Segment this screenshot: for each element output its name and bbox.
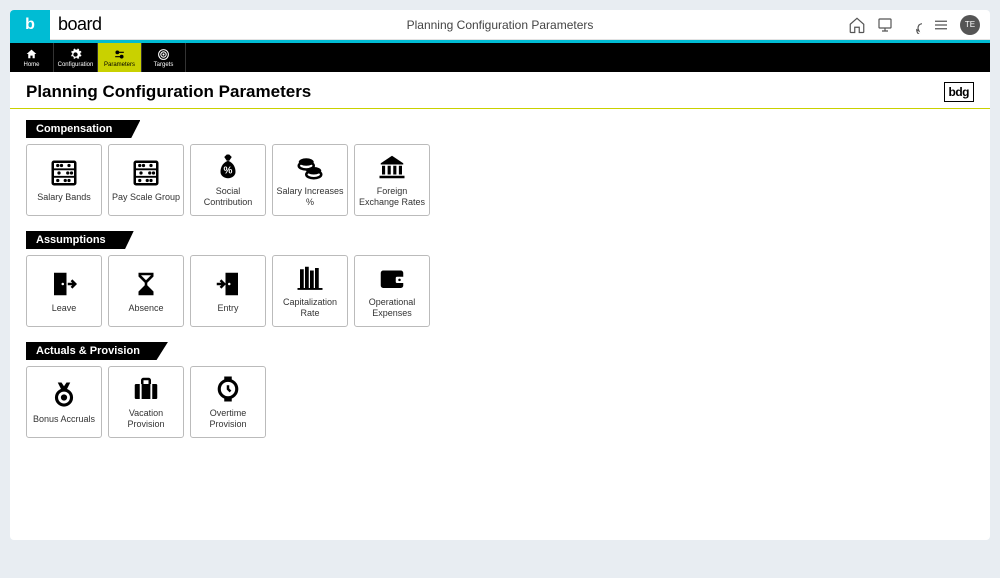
home-icon[interactable] <box>848 16 866 34</box>
window-title: Planning Configuration Parameters <box>407 18 594 32</box>
menu-icon[interactable] <box>932 16 950 34</box>
suitcase-icon <box>131 374 161 404</box>
card-label: Social Contribution <box>193 186 263 208</box>
card-leave[interactable]: Leave <box>26 255 102 327</box>
card-label: Pay Scale Group <box>112 192 180 203</box>
abacus-icon <box>131 158 161 188</box>
card-foreign-exchange-rates[interactable]: Foreign Exchange Rates <box>354 144 430 216</box>
bank-icon <box>377 152 407 182</box>
card-label: Capitalization Rate <box>275 297 345 319</box>
coins-icon <box>295 152 325 182</box>
card-vacation-provision[interactable]: Vacation Provision <box>108 366 184 438</box>
card-label: Overtime Provision <box>193 408 263 430</box>
moneybag-icon <box>213 152 243 182</box>
card-label: Leave <box>52 303 77 314</box>
card-salary-bands[interactable]: Salary Bands <box>26 144 102 216</box>
card-label: Absence <box>128 303 163 314</box>
avatar[interactable]: TE <box>960 15 980 35</box>
content: CompensationSalary BandsPay Scale GroupS… <box>10 109 990 462</box>
card-label: Entry <box>217 303 238 314</box>
brand-text: board <box>58 14 102 35</box>
nav-label: Home <box>23 62 39 68</box>
watch-icon <box>213 374 243 404</box>
nav-label: Parameters <box>104 62 135 68</box>
card-row: Leave Absence Entry Capitalization Rate Oper… <box>26 255 974 327</box>
card-social-contribution[interactable]: Social Contribution <box>190 144 266 216</box>
section-label: Assumptions <box>26 231 134 249</box>
section-label: Compensation <box>26 120 140 138</box>
card-row: Salary Bands Pay Scale Group Social Contri… <box>26 144 974 216</box>
page-title: Planning Configuration Parameters <box>26 82 311 102</box>
hourglass-icon <box>131 269 161 299</box>
wallet-icon <box>377 263 407 293</box>
nav-label: Targets <box>154 62 174 68</box>
card-label: Foreign Exchange Rates <box>357 186 427 208</box>
card-capitalization-rate[interactable]: Capitalization Rate <box>272 255 348 327</box>
card-overtime-provision[interactable]: Overtime Provision <box>190 366 266 438</box>
app-logo: b <box>10 10 50 40</box>
nav-parameters[interactable]: Parameters <box>98 43 142 72</box>
corner-badge: bdg <box>944 82 975 102</box>
card-entry[interactable]: Entry <box>190 255 266 327</box>
books-icon <box>295 263 325 293</box>
medal-icon <box>49 380 79 410</box>
nav-home[interactable]: Home <box>10 43 54 72</box>
titlebar: b board Planning Configuration Parameter… <box>10 10 990 40</box>
card-label: Bonus Accruals <box>33 414 95 425</box>
card-label: Salary Increases % <box>275 186 345 208</box>
chat-icon[interactable] <box>904 16 922 34</box>
card-label: Vacation Provision <box>111 408 181 430</box>
section-label: Actuals & Provision <box>26 342 168 360</box>
card-label: Operational Expenses <box>357 297 427 319</box>
card-label: Salary Bands <box>37 192 91 203</box>
card-salary-increases-[interactable]: Salary Increases % <box>272 144 348 216</box>
door-out-icon <box>49 269 79 299</box>
nav-configuration[interactable]: Configuration <box>54 43 98 72</box>
navbar: Home Configuration Parameters Targets <box>10 43 990 72</box>
presentation-icon[interactable] <box>876 16 894 34</box>
abacus-icon <box>49 158 79 188</box>
card-pay-scale-group[interactable]: Pay Scale Group <box>108 144 184 216</box>
card-absence[interactable]: Absence <box>108 255 184 327</box>
nav-targets[interactable]: Targets <box>142 43 186 72</box>
card-bonus-accruals[interactable]: Bonus Accruals <box>26 366 102 438</box>
nav-label: Configuration <box>58 62 94 68</box>
card-operational-expenses[interactable]: Operational Expenses <box>354 255 430 327</box>
door-in-icon <box>213 269 243 299</box>
card-row: Bonus Accruals Vacation Provision Overtime… <box>26 366 974 438</box>
